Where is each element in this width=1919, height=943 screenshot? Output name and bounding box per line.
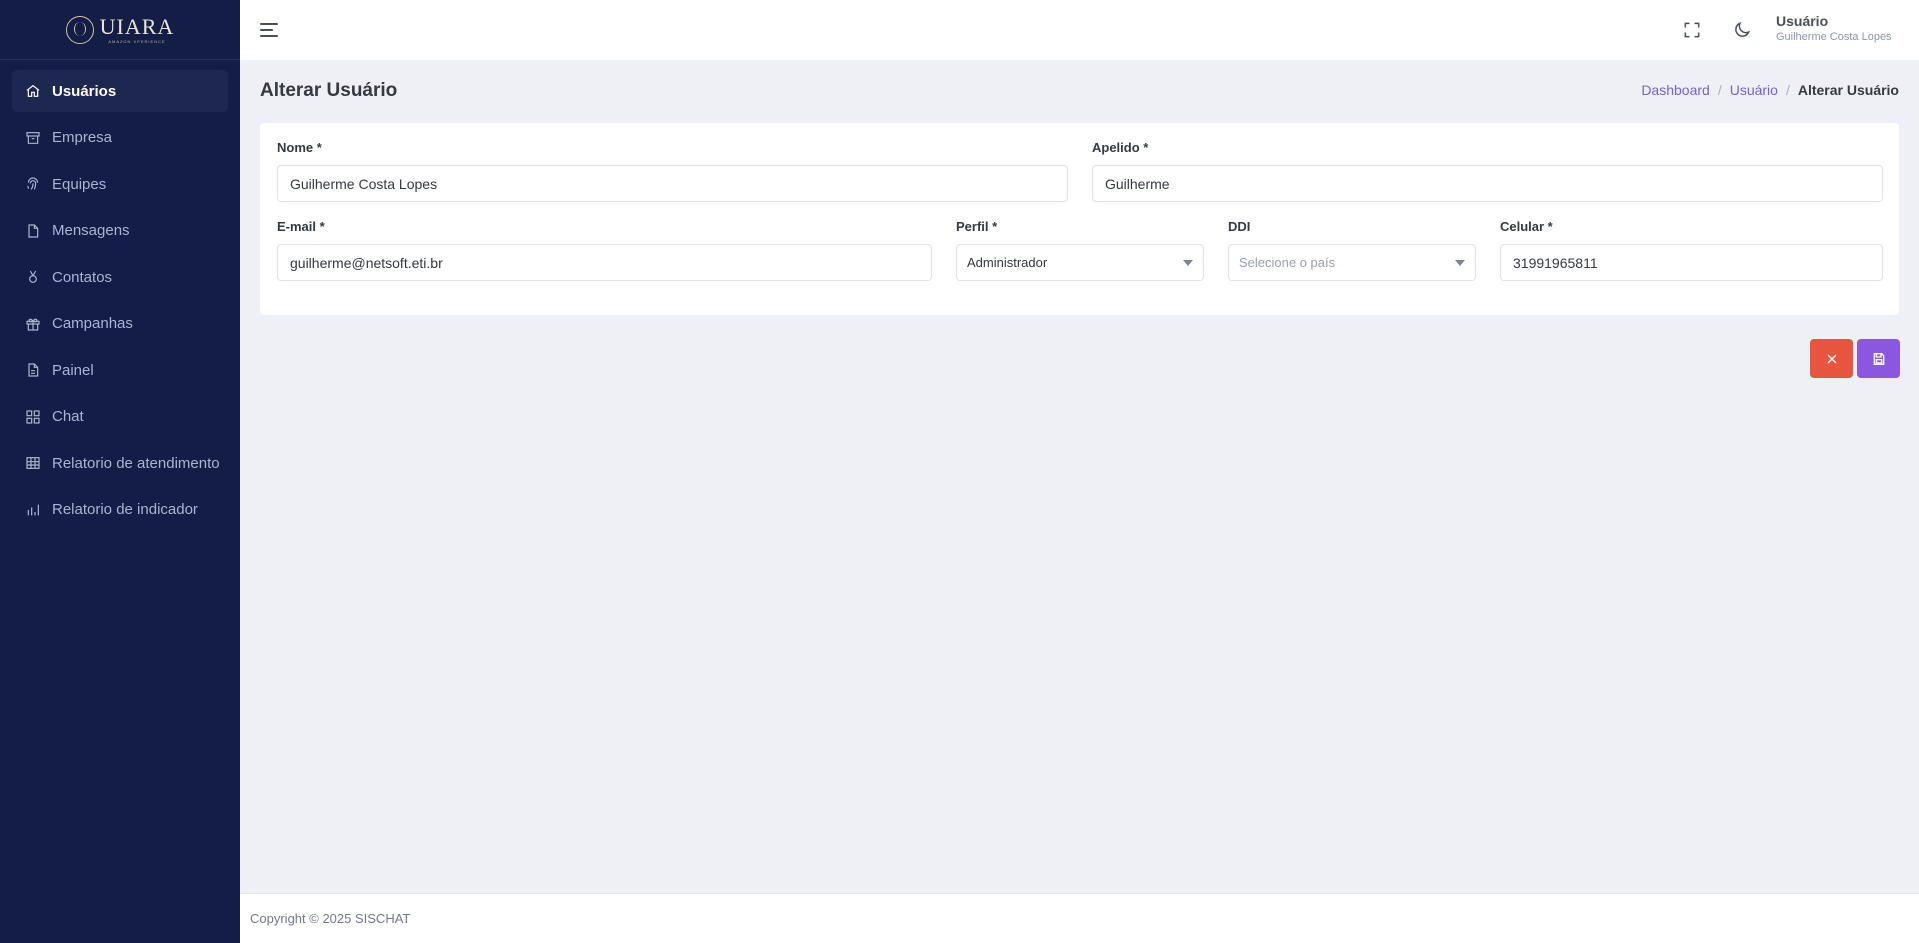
sidebar-item-campanhas[interactable]: Campanhas — [12, 303, 228, 345]
sidebar-item-label: Relatorio de atendimento — [52, 454, 220, 472]
file-icon — [24, 222, 42, 240]
apelido-input[interactable] — [1092, 165, 1883, 202]
save-button[interactable] — [1857, 339, 1900, 378]
close-icon — [1827, 354, 1836, 363]
breadcrumb-current: Alterar Usuário — [1797, 82, 1899, 98]
brand-emblem-icon — [65, 15, 94, 44]
sidebar-item-label: Campanhas — [52, 315, 133, 332]
file-text-icon — [24, 361, 42, 379]
perfil-label: Perfil * — [956, 219, 998, 234]
cancel-button[interactable] — [1810, 339, 1853, 378]
celular-label: Celular * — [1500, 219, 1553, 234]
sidebar-item-label: Contatos — [52, 268, 113, 286]
apelido-label: Apelido * — [1092, 140, 1149, 155]
ddi-select[interactable]: Selecione o país — [1228, 244, 1476, 281]
sidebar-item-label: Usuários — [52, 82, 117, 100]
copyright-text: Copyright © 2025 SISCHAT — [250, 911, 411, 926]
sidebar-item-relatorio-indicador[interactable]: Relatorio de indicador — [12, 489, 228, 531]
breadcrumb-separator: / — [1785, 82, 1790, 98]
user-menu[interactable]: Usuário Guilherme Costa Lopes — [1776, 13, 1916, 43]
menu-toggle-icon[interactable] — [260, 20, 280, 40]
sidebar-item-equipes[interactable]: Equipes — [12, 163, 228, 205]
sidebar-item-label: Relatorio de indicador — [52, 501, 198, 518]
grid-icon — [24, 408, 42, 426]
archive-icon — [24, 129, 42, 147]
sidebar-nav: Usuários Empresa Equipes Mensagens Conta… — [0, 60, 240, 531]
ddi-label: DDI — [1228, 219, 1251, 234]
breadcrumb-separator: / — [1717, 82, 1722, 98]
sidebar-item-mensagens[interactable]: Mensagens — [12, 210, 228, 252]
home-icon — [24, 82, 42, 100]
sidebar-item-chat[interactable]: Chat — [12, 396, 228, 438]
dark-mode-icon[interactable] — [1732, 20, 1752, 40]
sidebar-item-contatos[interactable]: Contatos — [12, 256, 228, 298]
brand-logo[interactable]: UIARA AMAZON XPERIENCE — [0, 0, 240, 60]
nome-field-group: Nome * — [277, 140, 1068, 202]
chevron-down-icon — [1455, 260, 1465, 266]
ddi-field-group: DDI Selecione o país — [1228, 219, 1476, 281]
brand-title: UIARA — [99, 13, 175, 39]
nome-input[interactable] — [277, 165, 1068, 202]
email-input[interactable] — [277, 244, 932, 281]
sidebar-item-painel[interactable]: Painel — [12, 349, 228, 391]
email-field-group: E-mail * — [277, 219, 932, 281]
breadcrumb-dashboard[interactable]: Dashboard — [1641, 82, 1710, 98]
sidebar-item-label: Mensagens — [52, 222, 130, 239]
page-title: Alterar Usuário — [260, 80, 398, 101]
celular-input[interactable] — [1500, 244, 1883, 281]
fingerprint-icon — [24, 175, 42, 193]
table-icon — [24, 454, 42, 472]
perfil-select[interactable]: Administrador — [956, 244, 1204, 281]
save-icon — [1873, 352, 1884, 365]
breadcrumb: Dashboard / Usuário / Alterar Usuário — [1641, 82, 1899, 98]
gift-icon — [24, 315, 42, 333]
sidebar-item-relatorio-atendimento[interactable]: Relatorio de atendimento — [12, 442, 228, 484]
bar-chart-icon — [24, 501, 42, 519]
sidebar-item-label: Painel — [52, 361, 94, 379]
sidebar: UIARA AMAZON XPERIENCE Usuários Empresa … — [0, 0, 240, 943]
ddi-placeholder: Selecione o país — [1239, 255, 1336, 270]
sidebar-item-empresa[interactable]: Empresa — [12, 117, 228, 159]
sidebar-item-usuarios[interactable]: Usuários — [12, 70, 228, 112]
user-name: Guilherme Costa Lopes — [1776, 31, 1892, 43]
sidebar-item-label: Chat — [52, 408, 84, 425]
fullscreen-icon[interactable] — [1682, 20, 1702, 40]
brand-subtitle: AMAZON XPERIENCE — [108, 38, 166, 44]
apelido-field-group: Apelido * — [1092, 140, 1883, 202]
topbar: Usuário Guilherme Costa Lopes — [240, 0, 1919, 60]
nome-label: Nome * — [277, 140, 322, 155]
sidebar-item-label: Equipes — [52, 175, 107, 193]
user-form-card: Nome * Apelido * E-mail * Perfil * Admin… — [260, 123, 1899, 315]
breadcrumb-usuario[interactable]: Usuário — [1730, 82, 1778, 98]
medal-icon — [24, 268, 42, 286]
sidebar-item-label: Empresa — [52, 129, 113, 146]
perfil-field-group: Perfil * Administrador — [956, 219, 1204, 281]
email-label: E-mail * — [277, 219, 325, 234]
footer: Copyright © 2025 SISCHAT — [240, 893, 1919, 943]
user-role: Usuário — [1776, 13, 1829, 29]
chevron-down-icon — [1183, 260, 1193, 266]
celular-field-group: Celular * — [1500, 219, 1883, 281]
perfil-selected-value: Administrador — [967, 255, 1048, 270]
